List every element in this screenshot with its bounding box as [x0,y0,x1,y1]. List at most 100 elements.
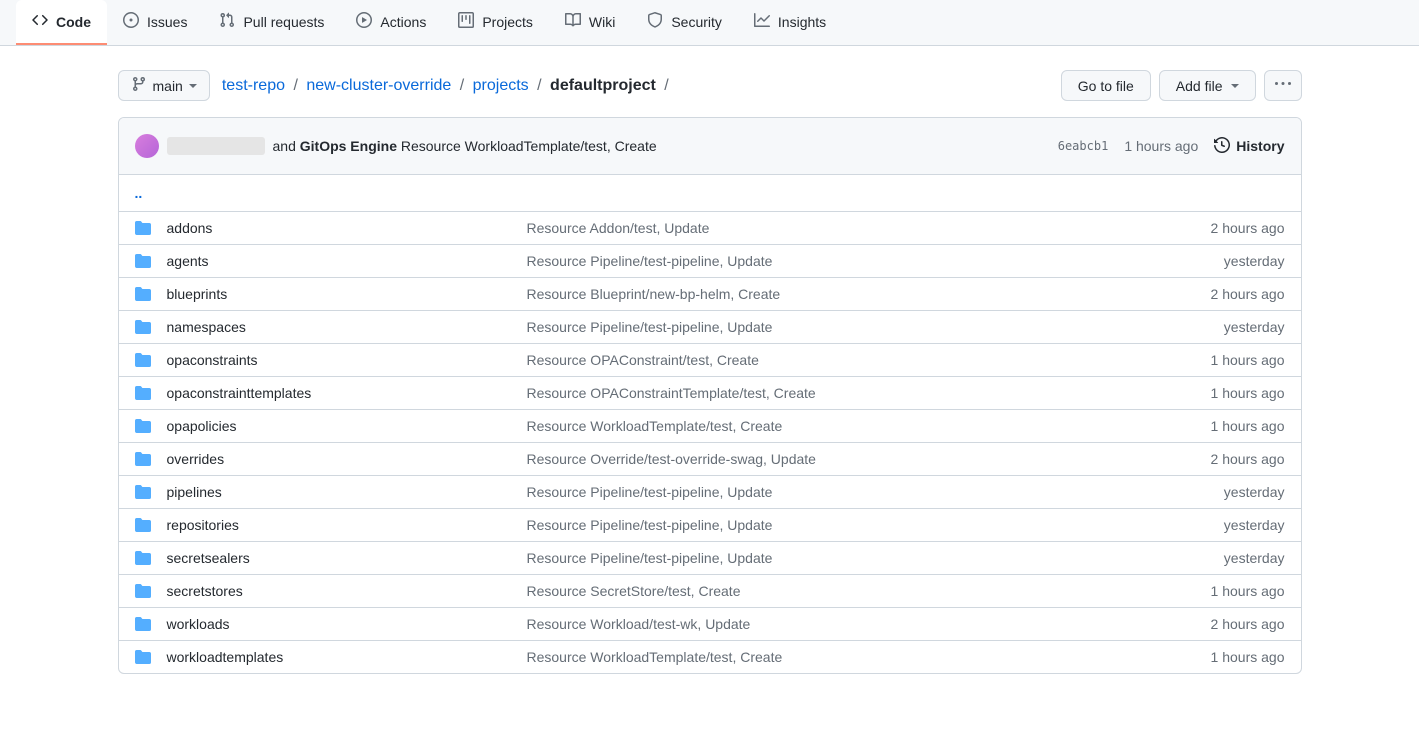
branch-select-button[interactable]: main [118,70,210,101]
file-time: yesterday [1145,484,1285,500]
play-icon [356,12,372,31]
commit-sha[interactable]: 6eabcb1 [1058,139,1109,153]
file-name-link[interactable]: opaconstraints [167,352,258,368]
tab-wiki[interactable]: Wiki [549,0,631,45]
file-name-link[interactable]: workloads [167,616,230,632]
tab-insights-label: Insights [778,14,826,30]
table-row: addonsResource Addon/test, Update2 hours… [119,212,1301,245]
folder-icon [135,286,151,302]
folder-icon [135,220,151,236]
file-commit-link[interactable]: Resource SecretStore/test, Create [527,583,741,599]
tab-issues-label: Issues [147,14,187,30]
breadcrumb-1[interactable]: new-cluster-override [306,77,451,94]
file-name-link[interactable]: workloadtemplates [167,649,284,665]
file-name-link[interactable]: addons [167,220,213,236]
file-commit-link[interactable]: Resource Override/test-override-swag, Up… [527,451,816,467]
breadcrumb-current: defaultproject [550,77,656,94]
file-time: yesterday [1145,253,1285,269]
file-name-link[interactable]: namespaces [167,319,246,335]
folder-icon [135,583,151,599]
branch-name: main [153,78,183,94]
file-name-link[interactable]: blueprints [167,286,228,302]
main-container: main test-repo / new-cluster-override / … [102,46,1318,698]
file-commit-link[interactable]: Resource Addon/test, Update [527,220,710,236]
file-name-link[interactable]: repositories [167,517,239,533]
folder-icon [135,517,151,533]
folder-icon [135,352,151,368]
folder-icon [135,385,151,401]
file-time: yesterday [1145,517,1285,533]
tab-security-label: Security [671,14,722,30]
tab-pull-requests[interactable]: Pull requests [203,0,340,45]
table-row: pipelines Resource Pipeline/test-pipeline… [119,476,1301,509]
file-name-link[interactable]: pipelines [167,484,222,500]
more-options-button[interactable] [1264,70,1302,101]
file-time: 2 hours ago [1145,616,1285,632]
file-commit-link[interactable]: Resource Pipeline/test-pipeline, Update [527,550,773,566]
graph-icon [754,12,770,31]
folder-icon [135,319,151,335]
file-name-link[interactable]: overrides [167,451,225,467]
file-name-link[interactable]: opapolicies [167,418,237,434]
tab-projects-label: Projects [482,14,533,30]
file-name-link[interactable]: secretstores [167,583,243,599]
file-commit-link[interactable]: Resource Pipeline/test-pipeline, Update [527,484,773,500]
tab-code-label: Code [56,14,91,30]
folder-icon [135,253,151,269]
file-commit-link[interactable]: Resource OPAConstraint/test, Create [527,352,759,368]
file-commit-link[interactable]: Resource Workload/test-wk, Update [527,616,751,632]
file-name-link[interactable]: agents [167,253,209,269]
table-row: workloadtemplates Resource WorkloadTempla… [119,641,1301,673]
tab-pr-label: Pull requests [243,14,324,30]
table-row: workloads Resource Workload/test-wk, Upda… [119,608,1301,641]
caret-down-icon [1231,84,1239,88]
file-commit-link[interactable]: Resource Blueprint/new-bp-helm, Create [527,286,781,302]
file-commit-link[interactable]: Resource Pipeline/test-pipeline, Update [527,319,773,335]
file-commit-link[interactable]: Resource Pipeline/test-pipeline, Update [527,517,773,533]
commit-time: 1 hours ago [1124,138,1198,154]
kebab-icon [1275,76,1291,95]
breadcrumb-2[interactable]: projects [473,77,529,94]
issue-icon [123,12,139,31]
author-redacted[interactable] [167,137,265,155]
table-row: agents Resource Pipeline/test-pipeline, U… [119,245,1301,278]
tab-issues[interactable]: Issues [107,0,203,45]
go-to-file-button[interactable]: Go to file [1061,70,1151,101]
table-row: opaconstraints Resource OPAConstraint/tes… [119,344,1301,377]
book-icon [565,12,581,31]
folder-icon [135,418,151,434]
parent-directory-link[interactable]: .. [135,185,143,201]
commit-message[interactable]: and GitOps Engine Resource WorkloadTempl… [273,138,657,154]
file-time: 1 hours ago [1145,385,1285,401]
avatar[interactable] [135,134,159,158]
git-branch-icon [131,76,147,95]
folder-icon [135,616,151,632]
folder-icon [135,484,151,500]
file-time: 2 hours ago [1145,451,1285,467]
tab-insights[interactable]: Insights [738,0,842,45]
history-icon [1214,137,1230,156]
file-commit-link[interactable]: Resource Pipeline/test-pipeline, Update [527,253,773,269]
file-time: 1 hours ago [1145,583,1285,599]
file-name-link[interactable]: secretsealers [167,550,250,566]
history-link[interactable]: History [1214,137,1284,156]
toolbar-left: main test-repo / new-cluster-override / … [118,70,673,101]
add-file-button[interactable]: Add file [1159,70,1256,101]
tab-projects[interactable]: Projects [442,0,549,45]
file-commit-link[interactable]: Resource WorkloadTemplate/test, Create [527,649,783,665]
file-commit-link[interactable]: Resource WorkloadTemplate/test, Create [527,418,783,434]
tab-code[interactable]: Code [16,0,107,45]
file-listing: and GitOps Engine Resource WorkloadTempl… [118,117,1302,674]
tab-actions[interactable]: Actions [340,0,442,45]
shield-icon [647,12,663,31]
file-time: 1 hours ago [1145,649,1285,665]
file-commit-link[interactable]: Resource OPAConstraintTemplate/test, Cre… [527,385,816,401]
toolbar-right: Go to file Add file [1061,70,1302,101]
caret-down-icon [189,84,197,88]
file-name-link[interactable]: opaconstrainttemplates [167,385,312,401]
toolbar: main test-repo / new-cluster-override / … [118,70,1302,101]
table-row: overrides Resource Override/test-override… [119,443,1301,476]
file-time: yesterday [1145,550,1285,566]
tab-security[interactable]: Security [631,0,738,45]
breadcrumb-repo[interactable]: test-repo [222,77,285,94]
